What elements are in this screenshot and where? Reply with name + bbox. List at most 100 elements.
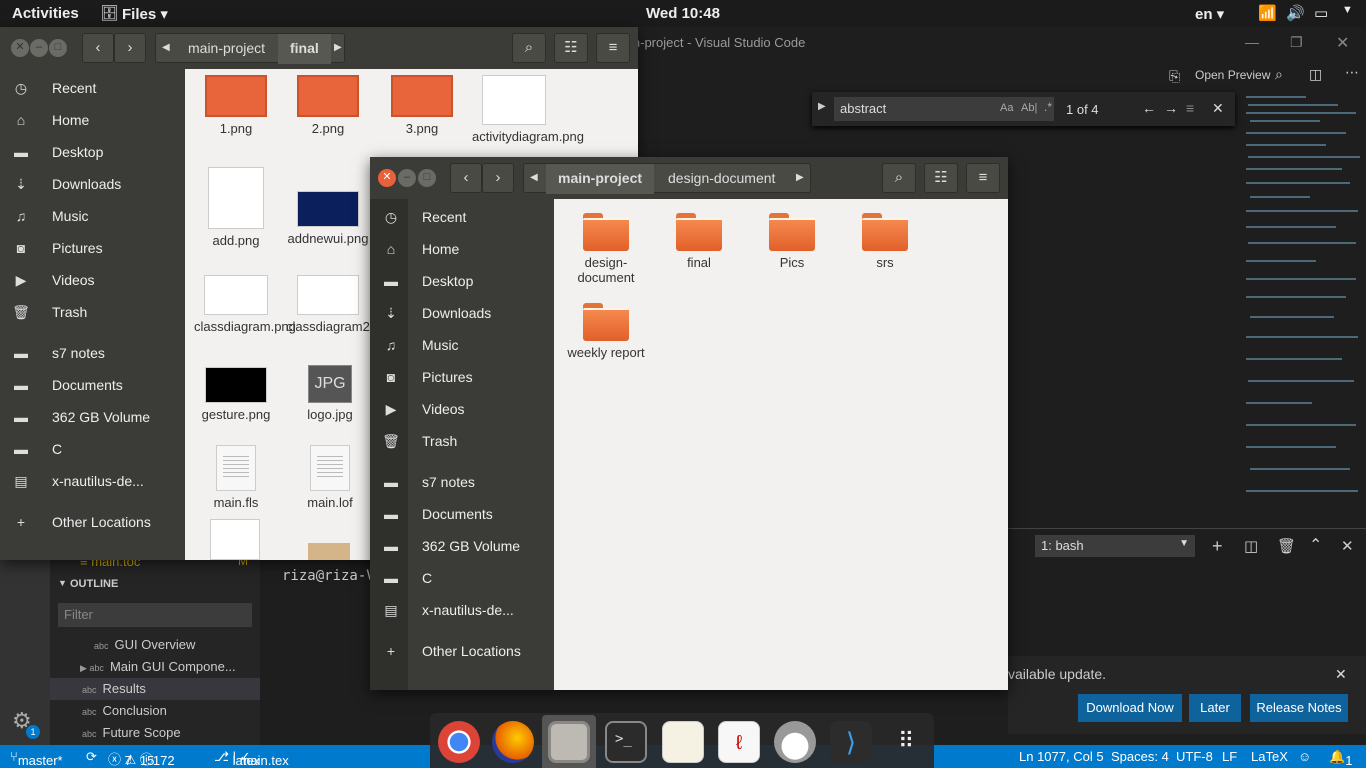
encoding[interactable]: UTF-8 <box>1176 749 1213 764</box>
wifi-icon[interactable]: 📶 <box>1258 4 1277 22</box>
back-button[interactable]: ‹ <box>82 33 114 63</box>
volume-icon[interactable]: 🔊 <box>1286 4 1305 22</box>
previous-match-icon[interactable]: ← <box>1142 100 1156 116</box>
minimap[interactable] <box>1244 90 1366 510</box>
maximize-panel-icon[interactable]: ⌃ <box>1309 535 1322 555</box>
text-editor-icon[interactable] <box>662 721 704 763</box>
sidebar-item-x-nautilus[interactable]: ▤ x-nautilus-de... <box>0 466 185 498</box>
sidebar-item-c[interactable]: ▬ C <box>370 563 554 595</box>
sidebar-item-home[interactable]: ⌂ Home <box>370 234 554 266</box>
sidebar-item-desktop[interactable]: ▬ Desktop <box>0 137 185 169</box>
feedback-icon[interactable]: ☺ <box>1298 749 1311 764</box>
sidebar-item-documents[interactable]: ▬ Documents <box>370 499 554 531</box>
next-match-icon[interactable]: → <box>1164 100 1178 116</box>
sidebar-item-music[interactable]: ♫ Music <box>0 201 185 233</box>
later-button[interactable]: Later <box>1189 694 1241 722</box>
search-button[interactable]: ⌕ <box>882 163 916 193</box>
more-actions-icon[interactable]: ⋯ <box>1345 64 1359 81</box>
outline-item[interactable]: abc GUI Overview <box>94 637 195 652</box>
release-notes-button[interactable]: Release Notes <box>1250 694 1348 722</box>
close-notification-icon[interactable]: ✕ <box>1335 666 1347 683</box>
match-case-icon[interactable]: Aa <box>1000 102 1013 114</box>
latex-build-indicator[interactable]: ⎇ latex | main.tex ✓ <box>214 749 289 768</box>
download-now-button[interactable]: Download Now <box>1078 694 1182 722</box>
outline-item[interactable]: ▶ abc Main GUI Compone... <box>80 659 236 674</box>
file-item[interactable]: main.fls <box>194 445 278 510</box>
battery-icon[interactable]: ▭ <box>1314 4 1328 22</box>
view-toggle-button[interactable]: ☷ <box>554 33 588 63</box>
file-item[interactable]: classdiagram.png <box>194 275 296 334</box>
sidebar-item-pictures[interactable]: ◙ Pictures <box>370 362 554 394</box>
breadcrumb-main-project[interactable]: main-project <box>546 164 655 194</box>
find-in-selection-icon[interactable]: ≡ <box>1186 100 1194 116</box>
maximize-window-icon[interactable]: □ <box>49 39 67 57</box>
close-icon[interactable]: ✕ <box>1336 33 1349 53</box>
terminal-icon[interactable]: >_ <box>605 721 647 763</box>
sidebar-item-other-locations[interactable]: + Other Locations <box>370 636 554 668</box>
sidebar-item-videos[interactable]: ▶ Videos <box>0 265 185 297</box>
menu-button[interactable]: ≡ <box>966 163 1000 193</box>
indentation[interactable]: Spaces: 4 <box>1111 749 1169 764</box>
new-terminal-icon[interactable]: + <box>1212 536 1223 557</box>
files-icon[interactable] <box>548 721 590 763</box>
close-find-icon[interactable]: ✕ <box>1212 100 1224 117</box>
sidebar-item-x-nautilus[interactable]: ▤ x-nautilus-de... <box>370 595 554 627</box>
close-window-icon[interactable]: ✕ <box>378 169 396 187</box>
search-button[interactable]: ⌕ <box>512 33 546 63</box>
sidebar-item-pictures[interactable]: ◙ Pictures <box>0 233 185 265</box>
sidebar-item-downloads[interactable]: ⇣ Downloads <box>0 169 185 201</box>
path-left-icon[interactable]: ◀ <box>530 164 538 192</box>
path-right-icon[interactable]: ▶ <box>796 164 804 192</box>
close-window-icon[interactable]: ✕ <box>11 39 29 57</box>
maximize-window-icon[interactable]: □ <box>418 169 436 187</box>
folder-item[interactable]: srs <box>843 201 927 270</box>
sidebar-item-s7-notes[interactable]: ▬ s7 notes <box>370 467 554 499</box>
file-item[interactable]: activitydiagram.png <box>472 75 584 144</box>
file-item[interactable]: 2.png <box>286 75 370 136</box>
trash-terminal-icon[interactable]: 🗑 <box>1277 537 1296 555</box>
system-menu-icon[interactable]: ▼ <box>1342 4 1353 16</box>
breadcrumb-final[interactable]: final <box>278 34 331 64</box>
maximize-icon[interactable]: ❐ <box>1290 34 1303 51</box>
file-item[interactable]: gesture.png <box>194 367 278 422</box>
outline-item[interactable]: abc Results <box>50 678 260 700</box>
sidebar-item-s7-notes[interactable]: ▬ s7 notes <box>0 338 185 370</box>
sidebar-item-recent[interactable]: ◷ Recent <box>0 73 185 105</box>
sidebar-item-documents[interactable]: ▬ Documents <box>0 370 185 402</box>
outline-header[interactable]: ▼ OUTLINE <box>50 574 260 596</box>
sidebar-item-trash[interactable]: 🗑 Trash <box>0 297 185 329</box>
file-item[interactable]: addnewui.png <box>286 191 370 246</box>
minimize-window-icon[interactable]: – <box>398 169 416 187</box>
forward-button[interactable]: › <box>482 163 514 193</box>
sidebar-item-downloads[interactable]: ⇣ Downloads <box>370 298 554 330</box>
clock[interactable]: Wed 10:48 <box>0 5 1366 22</box>
search-preview-icon[interactable]: ⌕ <box>1275 66 1283 83</box>
sidebar-item-trash[interactable]: 🗑 Trash <box>370 426 554 458</box>
view-toggle-button[interactable]: ☷ <box>924 163 958 193</box>
show-apps-icon[interactable]: ⠿ <box>886 721 928 763</box>
sidebar-item-home[interactable]: ⌂ Home <box>0 105 185 137</box>
path-left-icon[interactable]: ◀ <box>162 34 170 62</box>
split-editor-icon[interactable]: ◫ <box>1309 66 1322 83</box>
breadcrumb-main-project[interactable]: main-project <box>176 34 277 64</box>
file-item[interactable]: add.png <box>194 167 278 248</box>
back-button[interactable]: ‹ <box>450 163 482 193</box>
keyboard-layout[interactable]: en ▾ <box>1195 5 1224 23</box>
folder-item[interactable]: Pics <box>750 201 834 270</box>
problems-indicator[interactable]: ⓧ 7 ⚠ 15 ⓘ 172 <box>108 749 175 768</box>
file-item[interactable]: 3.png <box>380 75 464 136</box>
outline-filter-input[interactable]: Filter <box>58 603 252 627</box>
close-panel-icon[interactable]: ✕ <box>1341 537 1354 555</box>
document-thumbnail[interactable] <box>210 519 260 560</box>
file-item[interactable]: 1.png <box>194 75 278 136</box>
path-right-icon[interactable]: ▶ <box>334 34 342 62</box>
toggle-replace-icon[interactable]: ▶ <box>818 101 826 112</box>
branch-indicator[interactable]: ⑂ master* <box>10 749 63 768</box>
sidebar-item-other-locations[interactable]: + Other Locations <box>0 507 185 539</box>
sidebar-item-recent[interactable]: ◷ Recent <box>370 202 554 234</box>
bell-icon[interactable]: 🔔 1 <box>1329 749 1352 768</box>
breadcrumb-design-document[interactable]: design-document <box>656 164 787 194</box>
sidebar-item-volume[interactable]: ▬ 362 GB Volume <box>0 402 185 434</box>
split-terminal-icon[interactable]: ◫ <box>1244 537 1258 555</box>
cursor-position[interactable]: Ln 1077, Col 5 <box>1019 749 1104 764</box>
